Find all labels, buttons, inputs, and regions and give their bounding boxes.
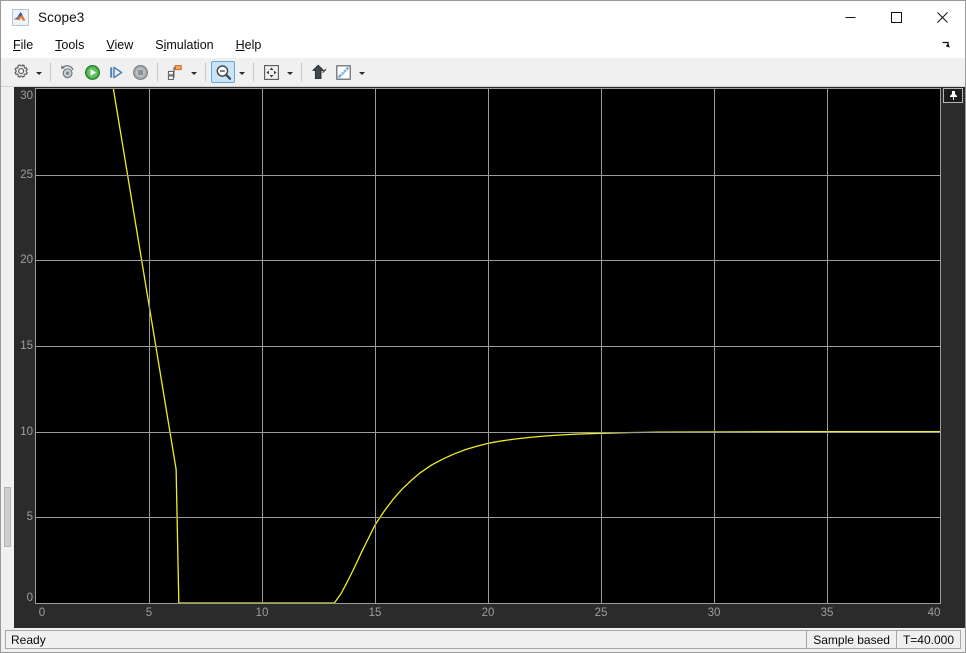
menu-item-simulation[interactable]: Simulation	[155, 36, 224, 54]
configuration-properties-icon[interactable]	[8, 61, 32, 83]
maximize-button[interactable]	[873, 1, 919, 33]
scrollbar-thumb[interactable]	[4, 487, 11, 547]
status-bar: Ready Sample based T=40.000	[1, 628, 965, 652]
x-axis-tick-label: 5	[145, 607, 153, 619]
x-axis-tick-label: 25	[594, 607, 608, 619]
plot-wrapper: 0 5 10 15 20 25 30 0 5 10 15 20 25 30 35 40	[14, 87, 965, 628]
scope-window: Scope3 File Tools View Simulation Help 0…	[0, 0, 966, 653]
grid-line-vertical	[488, 89, 489, 603]
configuration-properties-caret[interactable]	[32, 61, 45, 83]
stop-icon[interactable]	[128, 61, 152, 83]
measurements-icon[interactable]	[331, 61, 355, 83]
status-ready-text: Ready	[5, 630, 808, 649]
chart-axes[interactable]: 0 5 10 15 20 25 30 0 5 10 15 20 25 30 35 40	[20, 88, 963, 619]
y-axis-tick-label: 25	[20, 168, 33, 181]
toolbar-separator	[157, 63, 158, 81]
measurements-caret[interactable]	[355, 61, 368, 83]
autoscale-icon[interactable]	[259, 61, 283, 83]
cursor-measurement-icon[interactable]	[307, 61, 331, 83]
minimize-button[interactable]	[827, 1, 873, 33]
grid-line-vertical	[375, 89, 376, 603]
x-axis-tick-label: 35	[820, 607, 834, 619]
menu-item-tools[interactable]: Tools	[55, 36, 95, 54]
status-time: T=40.000	[896, 630, 961, 649]
toolbar-separator	[301, 63, 302, 81]
run-back-to-start-icon[interactable]	[56, 61, 80, 83]
x-axis-tick-label: 20	[481, 607, 495, 619]
grid-line-vertical	[827, 89, 828, 603]
title-bar: Scope3	[1, 1, 965, 48]
grid-line-vertical	[262, 89, 263, 603]
y-axis-tick-label: 15	[20, 340, 33, 352]
layout-caret[interactable]	[187, 61, 200, 83]
menu-bar: File Tools View Simulation Help	[1, 33, 965, 58]
plot-region: 0 5 10 15 20 25 30 0 5 10 15 20 25 30 35 40	[1, 87, 965, 628]
layout-icon[interactable]	[163, 61, 187, 83]
vertical-scrollbar[interactable]	[1, 87, 14, 628]
matlab-membrane-icon	[12, 8, 29, 26]
y-axis-tick-label: 20	[20, 254, 33, 267]
restore-arrow-icon[interactable]	[940, 37, 952, 49]
window-title: Scope3	[38, 9, 85, 25]
toolbar-separator	[50, 63, 51, 81]
step-forward-icon[interactable]	[104, 61, 128, 83]
menu-item-view[interactable]: View	[106, 36, 144, 54]
window-controls	[827, 1, 965, 33]
x-axis-tick-label: 40	[927, 607, 941, 619]
zoom-out-icon[interactable]	[211, 61, 235, 83]
x-axis-tick-label: 30	[707, 607, 721, 619]
menu-item-help[interactable]: Help	[236, 36, 273, 54]
menu-item-file[interactable]: File	[13, 36, 44, 54]
status-frame-mode: Sample based	[807, 630, 897, 649]
y-axis-tick-label: 10	[20, 425, 33, 438]
x-axis-tick-label: 0	[38, 607, 46, 619]
y-axis-tick-label: 0	[26, 592, 33, 604]
toolbar	[1, 58, 965, 87]
pin-icon[interactable]	[943, 88, 963, 103]
x-axis-tick-label: 15	[368, 607, 382, 619]
autoscale-caret[interactable]	[283, 61, 296, 83]
grid-line-vertical	[601, 89, 602, 603]
close-button[interactable]	[919, 1, 965, 33]
y-axis-tick-label: 30	[20, 90, 33, 102]
y-axis-tick-label: 5	[26, 511, 33, 524]
toolbar-separator	[205, 63, 206, 81]
zoom-out-caret[interactable]	[235, 61, 248, 83]
grid-line-vertical	[714, 89, 715, 603]
x-axis-tick-label: 10	[255, 607, 269, 619]
grid-line-vertical	[149, 89, 150, 603]
play-icon[interactable]	[80, 61, 104, 83]
toolbar-separator	[253, 63, 254, 81]
